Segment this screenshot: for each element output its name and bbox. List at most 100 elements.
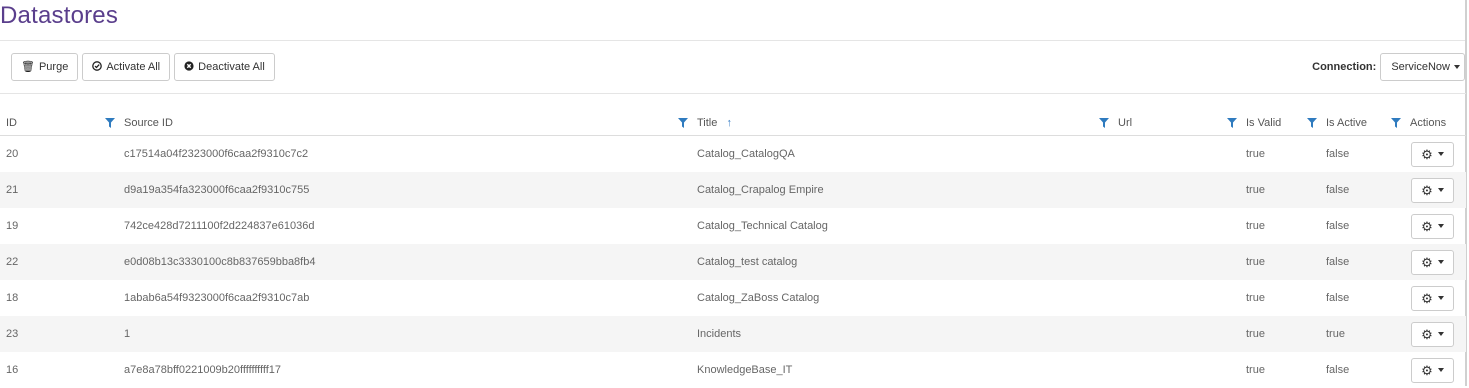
title-divider	[0, 40, 1466, 41]
table-row[interactable]: 16 a7e8a78bff0221009b20ffffffffff17 Know…	[0, 352, 1466, 388]
col-header-id[interactable]: ID	[0, 110, 118, 136]
cell-is-valid: true	[1246, 220, 1265, 232]
cell-id: 21	[0, 172, 118, 208]
cell-is-valid: true	[1246, 364, 1265, 376]
cell-is-active: false	[1320, 244, 1404, 280]
chevron-down-icon	[1437, 368, 1444, 372]
col-header-title[interactable]: Title ↑	[691, 110, 1112, 136]
cell-title: Catalog_test catalog	[691, 244, 1112, 280]
col-header-source-id[interactable]: Source ID	[118, 110, 691, 136]
cell-url	[1112, 244, 1240, 280]
cell-title: Catalog_CatalogQA	[697, 148, 795, 160]
cell-source-id: 742ce428d7211100f2d224837e61036d	[124, 220, 315, 232]
filter-icon[interactable]	[105, 118, 115, 128]
col-header-is-valid[interactable]: Is Valid	[1240, 110, 1320, 136]
row-actions-button[interactable]: ⚙	[1411, 177, 1454, 203]
datastores-table: ID Source ID Title ↑ Url Is Valid Is Act…	[0, 110, 1466, 388]
gear-icon: ⚙	[1421, 218, 1433, 234]
cell-is-valid: true	[1246, 292, 1265, 304]
row-actions-button[interactable]: ⚙	[1411, 357, 1454, 383]
chevron-down-icon	[1437, 296, 1444, 300]
row-actions-button[interactable]: ⚙	[1411, 321, 1454, 347]
filter-icon[interactable]	[1099, 118, 1109, 128]
cell-source-id: d9a19a354fa323000f6caa2f9310c755	[118, 172, 691, 208]
connection-selector: Connection: ServiceNow	[1312, 53, 1465, 81]
chevron-down-icon	[1454, 65, 1460, 69]
cell-is-valid: true	[1246, 148, 1265, 160]
cell-url	[1112, 352, 1240, 388]
cell-id: 22	[0, 244, 118, 280]
row-actions-button[interactable]: ⚙	[1411, 141, 1454, 167]
row-actions-button[interactable]: ⚙	[1411, 213, 1454, 239]
chevron-down-icon	[1437, 260, 1444, 264]
connection-dropdown[interactable]: ServiceNow	[1380, 53, 1465, 81]
cell-source-id: 1abab6a54f9323000f6caa2f9310c7ab	[124, 292, 310, 304]
cell-actions: ⚙	[1404, 208, 1466, 244]
filter-icon[interactable]	[1227, 118, 1237, 128]
cell-title: KnowledgeBase_IT	[697, 364, 793, 376]
cell-title: Incidents	[691, 316, 1112, 352]
cell-id: 18	[6, 292, 19, 304]
col-header-url-label: Url	[1118, 116, 1133, 129]
cell-title: Catalog_ZaBoss Catalog	[697, 292, 820, 304]
toolbar-divider	[0, 93, 1466, 94]
cell-id: 23	[0, 316, 118, 352]
filter-icon[interactable]	[1307, 118, 1317, 128]
activate-all-button[interactable]: Activate All	[82, 53, 171, 81]
trash-icon: 🗑	[21, 60, 35, 73]
table-row[interactable]: 19 742ce428d7211100f2d224837e61036d Cata…	[0, 208, 1466, 244]
gear-icon: ⚙	[1421, 182, 1433, 198]
table-header-row: ID Source ID Title ↑ Url Is Valid Is Act…	[0, 110, 1466, 136]
cell-url	[1112, 280, 1240, 316]
check-circle-icon	[92, 60, 103, 74]
cell-is-active: false	[1326, 364, 1350, 376]
chevron-down-icon	[1437, 224, 1444, 228]
purge-button[interactable]: 🗑 Purge	[11, 53, 79, 81]
cell-source-id: e0d08b13c3330100c8b837659bba8fb4	[118, 244, 691, 280]
activate-all-label: Activate All	[106, 61, 161, 73]
gear-icon: ⚙	[1421, 290, 1433, 306]
cell-actions: ⚙	[1404, 316, 1466, 352]
chevron-down-icon	[1437, 332, 1444, 336]
cell-url	[1112, 136, 1240, 173]
table-row[interactable]: 21 d9a19a354fa323000f6caa2f9310c755 Cata…	[0, 172, 1466, 208]
table-row[interactable]: 18 1abab6a54f9323000f6caa2f9310c7ab Cata…	[0, 280, 1466, 316]
page-title: Datastores	[0, 2, 119, 29]
cell-source-id: a7e8a78bff0221009b20ffffffffff17	[124, 364, 282, 376]
col-header-is-valid-label: Is Valid	[1246, 116, 1282, 129]
row-actions-button[interactable]: ⚙	[1411, 285, 1454, 311]
cell-url	[1112, 172, 1240, 208]
col-header-title-label: Title	[697, 116, 718, 129]
connection-value: ServiceNow	[1391, 61, 1450, 73]
col-header-url[interactable]: Url	[1112, 110, 1240, 136]
table-row[interactable]: 22 e0d08b13c3330100c8b837659bba8fb4 Cata…	[0, 244, 1466, 280]
cell-actions: ⚙	[1404, 136, 1466, 173]
cell-is-valid: true	[1240, 244, 1320, 280]
cell-title: Catalog_Crapalog Empire	[691, 172, 1112, 208]
cell-actions: ⚙	[1404, 244, 1466, 280]
cell-source-id: 1	[118, 316, 691, 352]
cell-title: Catalog_Technical Catalog	[697, 220, 828, 232]
gear-icon: ⚙	[1421, 254, 1433, 270]
cell-url	[1112, 316, 1240, 352]
col-header-is-active[interactable]: Is Active	[1320, 110, 1404, 136]
filter-icon[interactable]	[678, 118, 688, 128]
row-actions-button[interactable]: ⚙	[1411, 249, 1454, 275]
chevron-down-icon	[1437, 152, 1444, 156]
cell-is-valid: true	[1240, 316, 1320, 352]
deactivate-all-label: Deactivate All	[198, 61, 265, 73]
filter-icon[interactable]	[1391, 118, 1401, 128]
cell-is-active: false	[1326, 148, 1350, 160]
chevron-down-icon	[1437, 188, 1444, 192]
table-row[interactable]: 23 1 Incidents true true ⚙	[0, 316, 1466, 352]
cell-id: 19	[6, 220, 19, 232]
col-header-is-active-label: Is Active	[1326, 116, 1367, 129]
table-row[interactable]: 20 c17514a04f2323000f6caa2f9310c7c2 Cata…	[0, 136, 1466, 173]
purge-label: Purge	[38, 61, 69, 73]
gear-icon: ⚙	[1421, 146, 1433, 162]
deactivate-all-button[interactable]: Deactivate All	[174, 53, 275, 81]
cell-url	[1112, 208, 1240, 244]
cell-is-active: false	[1320, 172, 1404, 208]
gear-icon: ⚙	[1421, 362, 1433, 378]
connection-label: Connection:	[1312, 61, 1377, 73]
